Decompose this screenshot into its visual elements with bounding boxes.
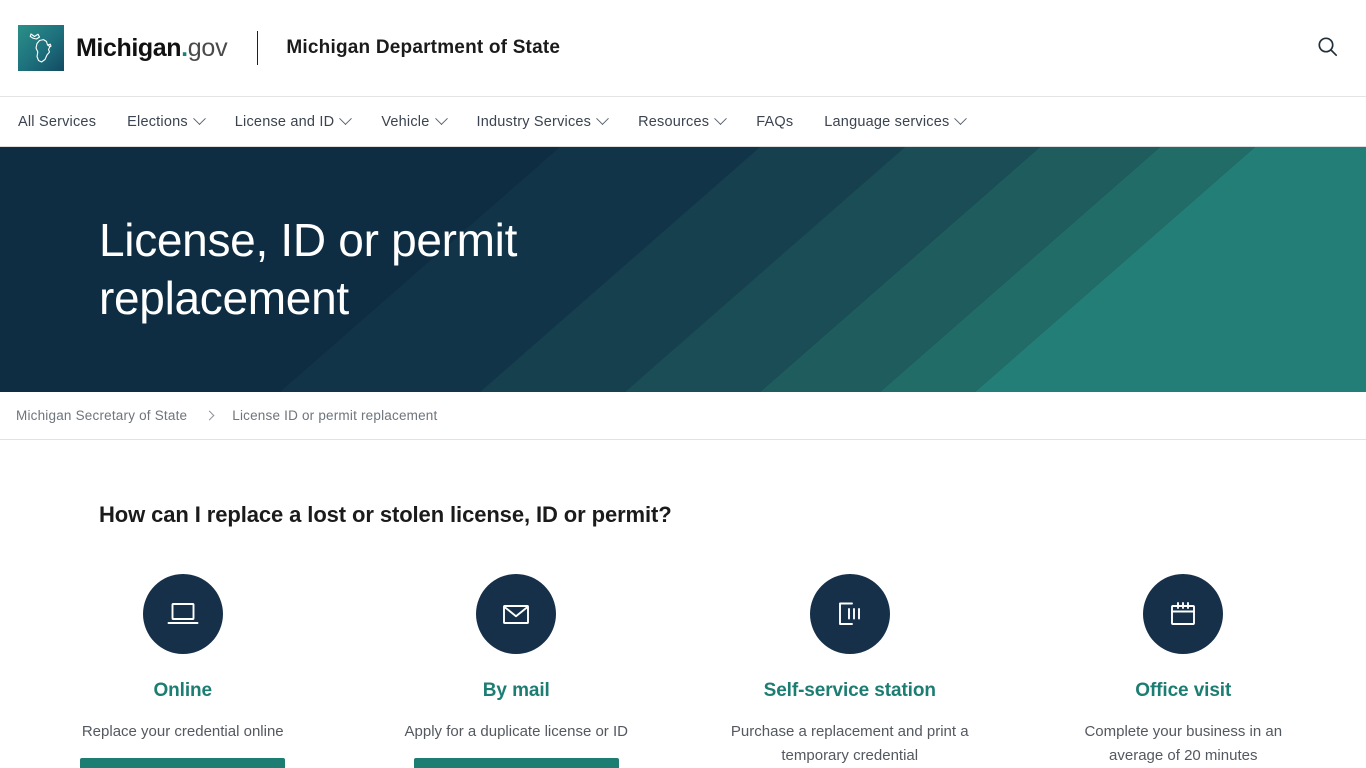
option-title[interactable]: Office visit — [1135, 680, 1231, 702]
michigan-state-outline-icon — [18, 25, 64, 71]
department-title: Michigan Department of State — [286, 37, 561, 58]
laptop-icon — [142, 574, 223, 654]
nav-label: Elections — [127, 113, 188, 130]
nav-item-all-services[interactable]: All Services — [18, 114, 96, 130]
nav-item-language-services[interactable]: Language services — [824, 112, 968, 130]
option-card-online: Online Replace your credential online Re… — [16, 574, 350, 768]
nav-item-industry-services[interactable]: Industry Services — [476, 112, 609, 130]
option-cta-button[interactable]: Get started — [413, 757, 619, 768]
nav-item-elections[interactable]: Elections — [127, 112, 206, 130]
option-cta-button[interactable]: Replace now — [80, 757, 286, 768]
site-header: Michigan.gov Michigan Department of Stat… — [0, 0, 1366, 97]
main-content: How can I replace a lost or stolen licen… — [0, 502, 1366, 768]
option-description: Apply for a duplicate license or ID — [404, 723, 628, 740]
option-title[interactable]: Online — [153, 680, 212, 702]
breadcrumb: Michigan Secretary of State License ID o… — [0, 392, 1366, 440]
chevron-right-icon — [204, 410, 215, 421]
nav-label: Resources — [638, 113, 710, 130]
chevron-down-icon — [596, 112, 609, 126]
option-card-office-visit: Office visit Complete your business in a… — [1017, 574, 1351, 768]
nav-label: FAQs — [756, 113, 794, 130]
chevron-down-icon — [339, 112, 353, 126]
option-card-self-service-station: Self-service station Purchase a replacem… — [683, 574, 1017, 768]
nav-label: License and ID — [234, 113, 335, 130]
nav-item-license-and-id[interactable]: License and ID — [234, 112, 353, 130]
hero-content: License, ID or permit replacement — [0, 147, 1366, 392]
option-description: Replace your credential online — [81, 723, 284, 740]
option-card-by-mail: By mail Apply for a duplicate license or… — [350, 574, 684, 768]
nav-label: All Services — [18, 113, 97, 130]
wordmark-gov: gov — [187, 33, 228, 62]
michigan-gov-wordmark: Michigan.gov — [76, 33, 228, 62]
calendar-icon — [1143, 574, 1224, 654]
envelope-icon — [476, 574, 557, 654]
chevron-down-icon — [192, 112, 206, 126]
breadcrumb-item-current: License ID or permit replacement — [232, 408, 438, 423]
option-title[interactable]: By mail — [483, 680, 550, 702]
chevron-down-icon — [434, 112, 448, 126]
section-heading: How can I replace a lost or stolen licen… — [99, 502, 672, 527]
brand-lockup[interactable]: Michigan.gov — [18, 25, 228, 71]
page-title: License, ID or permit replacement — [99, 213, 518, 324]
replacement-options-row: Online Replace your credential online Re… — [16, 574, 1350, 768]
chevron-down-icon — [714, 112, 728, 126]
nav-item-resources[interactable]: Resources — [638, 112, 728, 130]
self-service-kiosk-icon — [809, 574, 890, 654]
wordmark-michigan: Michigan — [76, 33, 182, 62]
search-button[interactable] — [1310, 31, 1344, 65]
nav-label: Industry Services — [476, 113, 592, 130]
nav-label: Language services — [824, 113, 950, 130]
nav-item-vehicle[interactable]: Vehicle — [381, 112, 448, 130]
option-description: Complete your business in an average of … — [1084, 723, 1283, 764]
breadcrumb-item-home[interactable]: Michigan Secretary of State — [16, 408, 187, 423]
chevron-down-icon — [954, 112, 968, 126]
option-description: Purchase a replacement and print a tempo… — [730, 723, 969, 764]
main-navigation: All Services Elections License and ID Ve… — [0, 97, 1366, 147]
search-icon — [1317, 36, 1338, 60]
nav-label: Vehicle — [381, 113, 430, 130]
nav-item-faqs[interactable]: FAQs — [756, 114, 793, 130]
header-divider — [257, 31, 259, 65]
option-title[interactable]: Self-service station — [764, 680, 936, 702]
hero-banner: License, ID or permit replacement — [0, 147, 1366, 392]
